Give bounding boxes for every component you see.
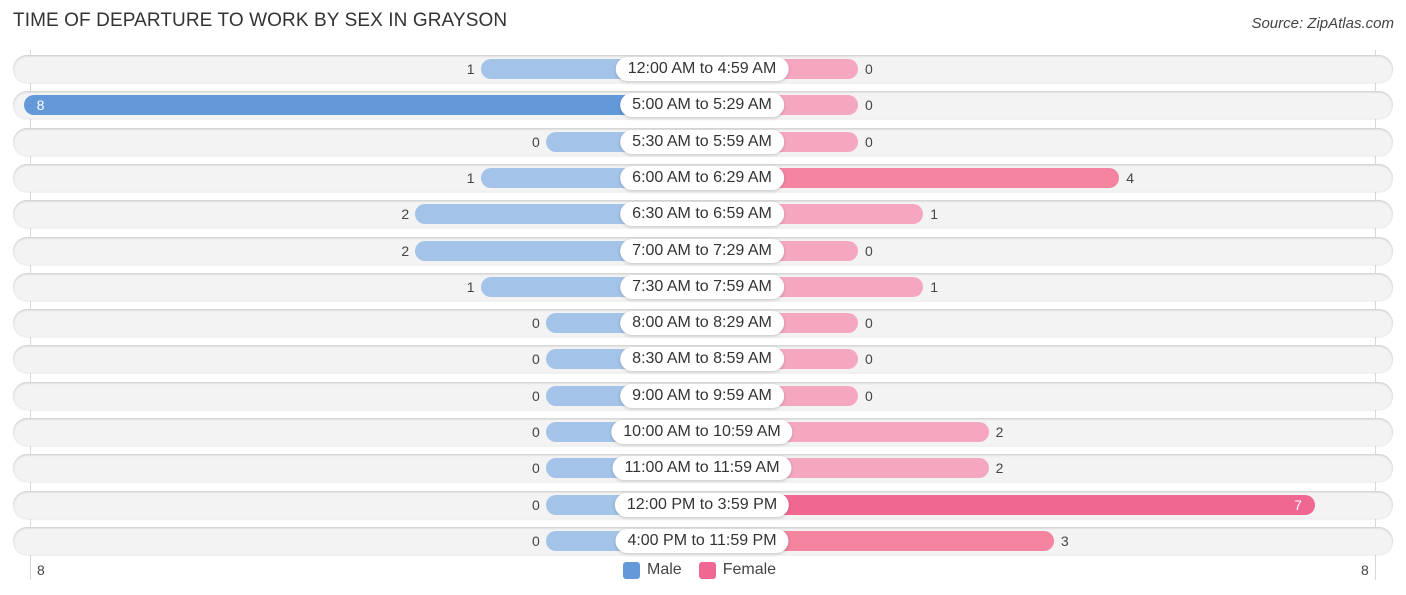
category-label: 6:30 AM to 6:59 AM	[620, 202, 784, 227]
category-label: 4:00 PM to 11:59 PM	[615, 528, 789, 553]
legend-swatch-male	[623, 561, 640, 579]
category-label: 5:30 AM to 5:59 AM	[620, 129, 784, 154]
female-value-label: 1	[930, 206, 939, 223]
source-label: Source: ZipAtlas.com	[1251, 15, 1394, 32]
female-value-label: 2	[995, 460, 1004, 477]
male-value-label: 1	[466, 61, 475, 77]
male-value-label: 2	[401, 206, 410, 223]
legend-item-female: Female	[698, 561, 777, 579]
female-value-label: 0	[865, 351, 873, 368]
male-value-label: 0	[532, 133, 540, 150]
male-value-label: 0	[532, 387, 540, 404]
female-bar	[702, 494, 1316, 515]
female-value-label: 0	[865, 315, 873, 332]
legend: Male Female	[623, 561, 793, 579]
male-value-label: 0	[532, 351, 540, 368]
male-value-label: 0	[532, 532, 540, 549]
female-value-label: 3	[1060, 532, 1069, 549]
chart-title: TIME OF DEPARTURE TO WORK BY SEX IN GRAY…	[13, 10, 508, 31]
male-value-label: 0	[532, 315, 540, 332]
category-label: 9:00 AM to 9:59 AM	[620, 383, 784, 408]
male-value-label: 8	[36, 97, 45, 114]
female-value-label: 0	[865, 97, 873, 114]
male-value-label: 0	[532, 496, 540, 513]
female-value-label: 2	[995, 424, 1004, 440]
male-value-label: 1	[466, 169, 475, 186]
female-value-label: 0	[865, 387, 873, 404]
female-value-label: 0	[865, 242, 873, 259]
category-label: 6:00 AM to 6:29 AM	[620, 165, 784, 190]
axis-tick-right: 8	[1361, 562, 1369, 578]
male-value-label: 0	[532, 460, 540, 477]
category-label: 7:30 AM to 7:59 AM	[620, 274, 784, 299]
legend-label-female: Female	[722, 561, 777, 578]
male-value-label: 0	[532, 424, 540, 440]
female-value-label: 0	[865, 61, 873, 77]
legend-item-male: Male	[623, 561, 682, 579]
category-label: 5:00 AM to 5:29 AM	[620, 93, 784, 118]
male-value-label: 2	[401, 242, 410, 259]
category-label: 12:00 PM to 3:59 PM	[614, 492, 790, 517]
female-value-label: 1	[930, 278, 939, 295]
category-label: 11:00 AM to 11:59 AM	[612, 456, 792, 481]
axis-tick-left: 8	[37, 562, 45, 578]
legend-swatch-female	[698, 561, 716, 579]
male-bar	[23, 95, 702, 116]
female-value-label: 4	[1126, 169, 1134, 186]
category-label: 10:00 AM to 10:59 AM	[611, 420, 793, 444]
category-label: 8:00 AM to 8:29 AM	[620, 311, 784, 336]
legend-label-male: Male	[647, 561, 682, 578]
category-label: 12:00 AM to 4:59 AM	[615, 57, 789, 81]
male-value-label: 1	[466, 278, 475, 295]
female-value-label: 0	[865, 133, 873, 150]
category-label: 8:30 AM to 8:59 AM	[620, 347, 784, 372]
category-label: 7:00 AM to 7:29 AM	[620, 238, 784, 263]
female-value-label: 7	[1294, 496, 1302, 513]
